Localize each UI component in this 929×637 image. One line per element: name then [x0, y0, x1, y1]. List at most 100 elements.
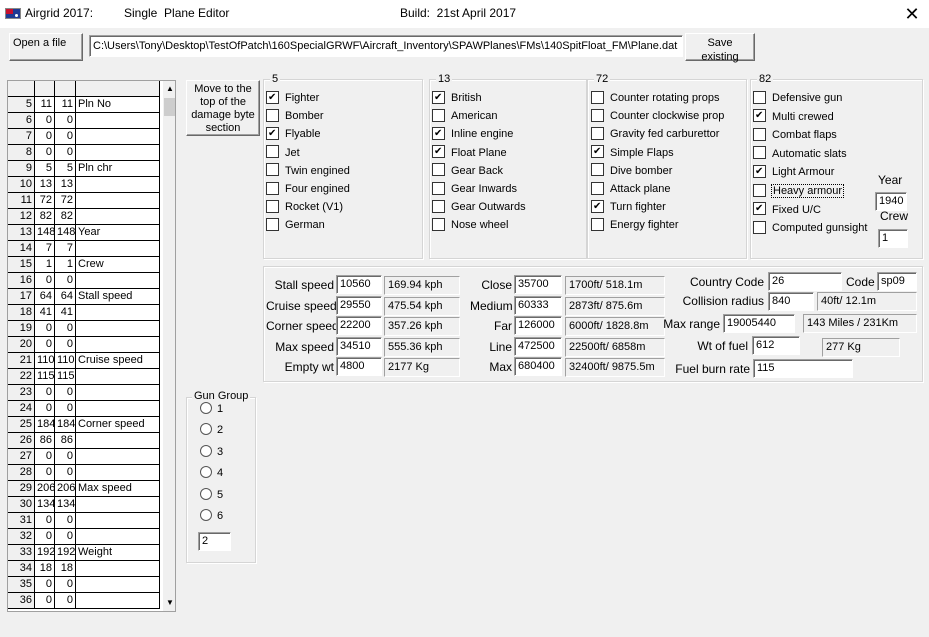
- byte-value-cell[interactable]: 0: [55, 449, 76, 465]
- row-label-cell[interactable]: [76, 577, 160, 593]
- file-path-field[interactable]: C:\Users\Tony\Desktop\TestOfPatch\160Spe…: [89, 35, 683, 57]
- checkbox-g13-1[interactable]: American: [432, 108, 497, 124]
- checkbox-checked-icon[interactable]: [266, 90, 279, 104]
- row-label-cell[interactable]: [76, 209, 160, 225]
- save-existing-button[interactable]: Save existing: [685, 33, 755, 63]
- row-label-cell[interactable]: Pln No: [76, 97, 160, 113]
- byte-value-cell[interactable]: 13: [55, 177, 76, 193]
- checkbox-g5-6[interactable]: Rocket (V1): [266, 199, 343, 215]
- byte-value-cell[interactable]: 82: [35, 209, 55, 225]
- row-label-cell[interactable]: Weight: [76, 545, 160, 561]
- speeds-input[interactable]: 29550: [336, 295, 382, 315]
- ranges-input[interactable]: 60333: [514, 295, 562, 315]
- checkbox-g13-6[interactable]: Gear Outwards: [432, 199, 526, 215]
- row-label-cell[interactable]: [76, 561, 160, 577]
- speeds-input[interactable]: 4800: [336, 357, 382, 376]
- byte-value-cell[interactable]: 0: [35, 113, 55, 129]
- damage-section-button[interactable]: Move to the top of the damage byte secti…: [186, 80, 260, 136]
- checkbox-empty-icon[interactable]: [591, 217, 604, 231]
- radio-empty-icon[interactable]: [200, 487, 212, 500]
- byte-value-cell[interactable]: 18: [55, 561, 76, 577]
- byte-value-cell[interactable]: 0: [55, 577, 76, 593]
- row-label-cell[interactable]: [76, 337, 160, 353]
- checkbox-checked-icon[interactable]: [591, 199, 604, 213]
- table-row[interactable]: 26 86 86: [8, 433, 160, 449]
- table-row[interactable]: 18 41 41: [8, 305, 160, 321]
- checkbox-g5-3[interactable]: Jet: [266, 145, 300, 161]
- byte-value-cell[interactable]: 11: [35, 97, 55, 113]
- row-label-cell[interactable]: Stall speed: [76, 289, 160, 305]
- byte-value-cell[interactable]: 0: [35, 321, 55, 337]
- checkbox-empty-icon[interactable]: [753, 183, 766, 197]
- checkbox-g72-4[interactable]: Dive bomber: [591, 163, 672, 179]
- checkbox-g13-7[interactable]: Nose wheel: [432, 217, 508, 233]
- checkbox-checked-icon[interactable]: [753, 202, 766, 216]
- radio-empty-icon[interactable]: [200, 444, 212, 457]
- table-row[interactable]: 20 0 0: [8, 337, 160, 353]
- checkbox-g82-0[interactable]: Defensive gun: [753, 90, 842, 106]
- row-label-cell[interactable]: [76, 129, 160, 145]
- row-label-cell[interactable]: Max speed: [76, 481, 160, 497]
- table-row[interactable]: 9 5 5 Pln chr: [8, 161, 160, 177]
- byte-value-cell[interactable]: 41: [55, 305, 76, 321]
- checkbox-empty-icon[interactable]: [591, 126, 604, 140]
- byte-value-cell[interactable]: 41: [35, 305, 55, 321]
- table-row[interactable]: 25 184 184 Corner speed: [8, 417, 160, 433]
- radio-empty-icon[interactable]: [200, 509, 212, 522]
- checkbox-g13-3[interactable]: Float Plane: [432, 145, 507, 161]
- table-row[interactable]: 700: [8, 129, 160, 145]
- byte-value-cell[interactable]: 134: [35, 497, 55, 513]
- crew-input[interactable]: 1: [878, 229, 908, 248]
- table-row[interactable]: 21 110 110 Cruise speed: [8, 353, 160, 369]
- checkbox-empty-icon[interactable]: [432, 217, 445, 231]
- byte-value-cell[interactable]: 0: [35, 385, 55, 401]
- checkbox-empty-icon[interactable]: [432, 181, 445, 195]
- row-label-cell[interactable]: [76, 305, 160, 321]
- byte-value-cell[interactable]: 0: [35, 273, 55, 289]
- byte-value-cell[interactable]: 5: [55, 161, 76, 177]
- table-row[interactable]: 31 0 0: [8, 513, 160, 529]
- row-label-cell[interactable]: [76, 497, 160, 513]
- byte-value-cell[interactable]: 110: [55, 353, 76, 369]
- checkbox-checked-icon[interactable]: [432, 126, 445, 140]
- row-label-cell[interactable]: [76, 145, 160, 161]
- checkbox-checked-icon[interactable]: [266, 126, 279, 140]
- table-row[interactable]: 800: [8, 145, 160, 161]
- byte-value-cell[interactable]: 148: [35, 225, 55, 241]
- table-row[interactable]: 14 7 7: [8, 241, 160, 257]
- table-row[interactable]: 16 0 0: [8, 273, 160, 289]
- row-label-cell[interactable]: [76, 113, 160, 129]
- checkbox-empty-icon[interactable]: [591, 181, 604, 195]
- row-label-cell[interactable]: [76, 241, 160, 257]
- byte-value-cell[interactable]: 0: [55, 337, 76, 353]
- table-row[interactable]: 23 0 0: [8, 385, 160, 401]
- table-row[interactable]: 28 0 0: [8, 465, 160, 481]
- code-input[interactable]: sp09: [877, 272, 917, 291]
- checkbox-g72-3[interactable]: Simple Flaps: [591, 145, 674, 161]
- byte-value-cell[interactable]: 0: [55, 321, 76, 337]
- row-label-cell[interactable]: [76, 401, 160, 417]
- table-row[interactable]: 12 82 82: [8, 209, 160, 225]
- open-file-button[interactable]: Open a file: [9, 33, 83, 61]
- gun-group-option-4[interactable]: 4: [200, 466, 223, 480]
- row-label-cell[interactable]: [76, 449, 160, 465]
- byte-value-cell[interactable]: 64: [35, 289, 55, 305]
- byte-value-cell[interactable]: 0: [55, 273, 76, 289]
- row-label-cell[interactable]: [76, 177, 160, 193]
- checkbox-empty-icon[interactable]: [753, 90, 766, 104]
- byte-value-cell[interactable]: 0: [55, 593, 76, 609]
- table-row[interactable]: 34 18 18: [8, 561, 160, 577]
- checkbox-empty-icon[interactable]: [266, 181, 279, 195]
- checkbox-g82-3[interactable]: Automatic slats: [753, 146, 847, 162]
- byte-value-cell[interactable]: 0: [35, 529, 55, 545]
- gun-group-option-1[interactable]: 1: [200, 402, 223, 416]
- speeds-input[interactable]: 10560: [336, 275, 382, 294]
- row-label-cell[interactable]: [76, 593, 160, 609]
- fuel-weight-input[interactable]: 612: [752, 336, 800, 355]
- checkbox-g13-0[interactable]: British: [432, 90, 482, 106]
- byte-value-cell[interactable]: 5: [35, 161, 55, 177]
- checkbox-empty-icon[interactable]: [266, 199, 279, 213]
- table-row[interactable]: 5 11 11 Pln No: [8, 97, 160, 113]
- fuel-burn-input[interactable]: 115: [753, 359, 853, 378]
- checkbox-empty-icon[interactable]: [753, 127, 766, 141]
